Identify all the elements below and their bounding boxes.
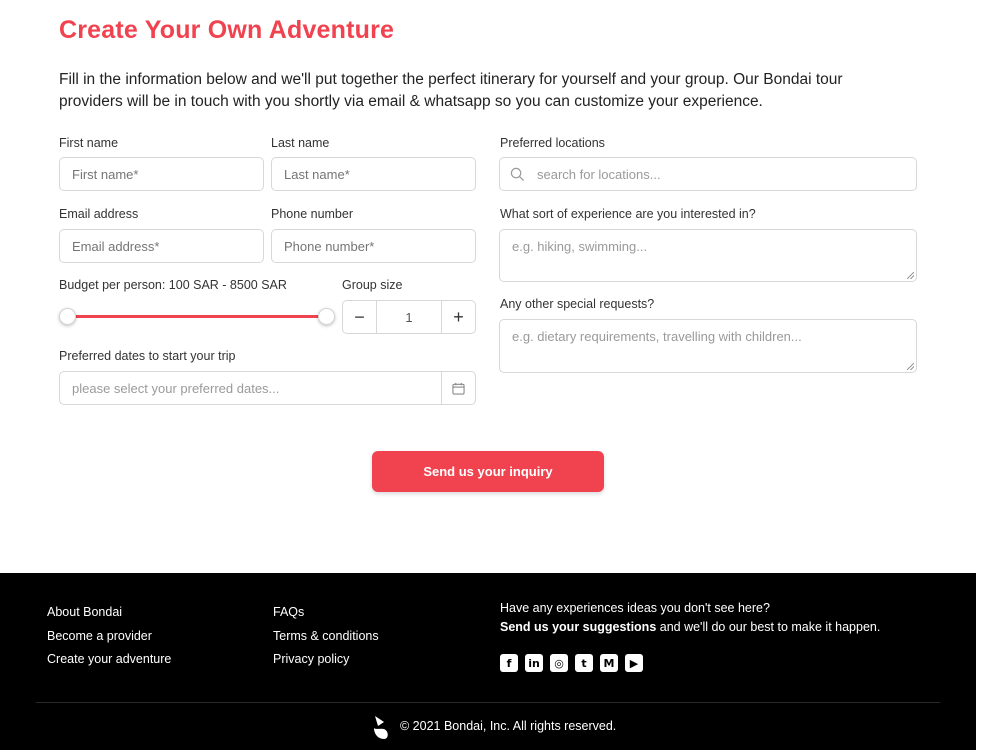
resize-handle[interactable]	[907, 272, 914, 279]
first-name-label: First name	[59, 136, 119, 150]
youtube-icon[interactable]: ▶	[625, 654, 643, 672]
requests-textarea[interactable]: e.g. dietary requirements, travelling wi…	[499, 319, 917, 373]
requests-label: Any other special requests?	[500, 297, 655, 311]
experience-placeholder: e.g. hiking, swimming...	[512, 239, 648, 254]
social-links: f in ◎ t M ▶	[500, 654, 643, 672]
search-icon	[510, 167, 525, 182]
instagram-icon[interactable]: ◎	[550, 654, 568, 672]
group-size-label: Group size	[342, 278, 403, 292]
footer-link-create-adventure[interactable]: Create your adventure	[47, 652, 171, 666]
medium-icon[interactable]: M	[600, 654, 618, 672]
requests-placeholder: e.g. dietary requirements, travelling wi…	[512, 329, 802, 344]
experience-textarea[interactable]: e.g. hiking, swimming...	[499, 229, 917, 282]
footer-link-terms[interactable]: Terms & conditions	[273, 629, 379, 643]
linkedin-icon[interactable]: in	[525, 654, 543, 672]
first-name-input[interactable]	[59, 157, 264, 191]
phone-field[interactable]	[271, 229, 476, 263]
budget-max-handle[interactable]	[318, 308, 335, 325]
budget-label: Budget per person: 100 SAR - 8500 SAR	[59, 278, 287, 292]
copyright-text: © 2021 Bondai, Inc. All rights reserved.	[400, 719, 617, 733]
intro-text: Fill in the information below and we'll …	[59, 71, 843, 110]
locations-search-input[interactable]: search for locations...	[499, 157, 917, 191]
calendar-icon	[452, 382, 465, 395]
last-name-label: Last name	[271, 136, 330, 150]
phone-label: Phone number	[271, 207, 354, 221]
group-size-stepper: − 1 +	[342, 300, 476, 334]
resize-handle[interactable]	[907, 363, 914, 370]
page-title: Create Your Own Adventure	[59, 16, 395, 44]
bondai-logo-icon	[374, 716, 388, 739]
footer-link-about[interactable]: About Bondai	[47, 605, 122, 619]
footer-divider	[36, 702, 940, 703]
suggestion-line: Send us your suggestions and we'll do ou…	[500, 620, 880, 634]
twitter-icon[interactable]: t	[575, 654, 593, 672]
increment-button[interactable]: +	[441, 301, 475, 333]
experience-label: What sort of experience are you interest…	[500, 207, 756, 221]
budget-slider-track[interactable]	[67, 315, 327, 318]
dates-label: Preferred dates to start your trip	[59, 349, 236, 363]
calendar-button[interactable]	[441, 372, 475, 404]
send-inquiry-button[interactable]: Send us your inquiry	[372, 451, 604, 492]
email-label: Email address	[59, 207, 139, 221]
group-size-value[interactable]: 1	[377, 301, 441, 333]
suggestion-rest: and we'll do our best to make it happen.	[656, 620, 881, 634]
suggestions-link[interactable]: Send us your suggestions	[500, 620, 656, 634]
email-field[interactable]	[59, 229, 264, 263]
suggestion-prompt: Have any experiences ideas you don't see…	[500, 601, 770, 615]
date-picker-field[interactable]: please select your preferred dates...	[59, 371, 476, 405]
facebook-icon[interactable]: f	[500, 654, 518, 672]
footer-link-privacy[interactable]: Privacy policy	[273, 652, 349, 666]
locations-label: Preferred locations	[500, 136, 605, 150]
footer-link-faqs[interactable]: FAQs	[273, 605, 304, 619]
footer-link-become-provider[interactable]: Become a provider	[47, 629, 152, 643]
date-placeholder[interactable]: please select your preferred dates...	[60, 372, 441, 404]
locations-placeholder: search for locations...	[537, 166, 661, 182]
decrement-button[interactable]: −	[343, 301, 377, 333]
last-name-input[interactable]	[271, 157, 476, 191]
budget-min-handle[interactable]	[59, 308, 76, 325]
